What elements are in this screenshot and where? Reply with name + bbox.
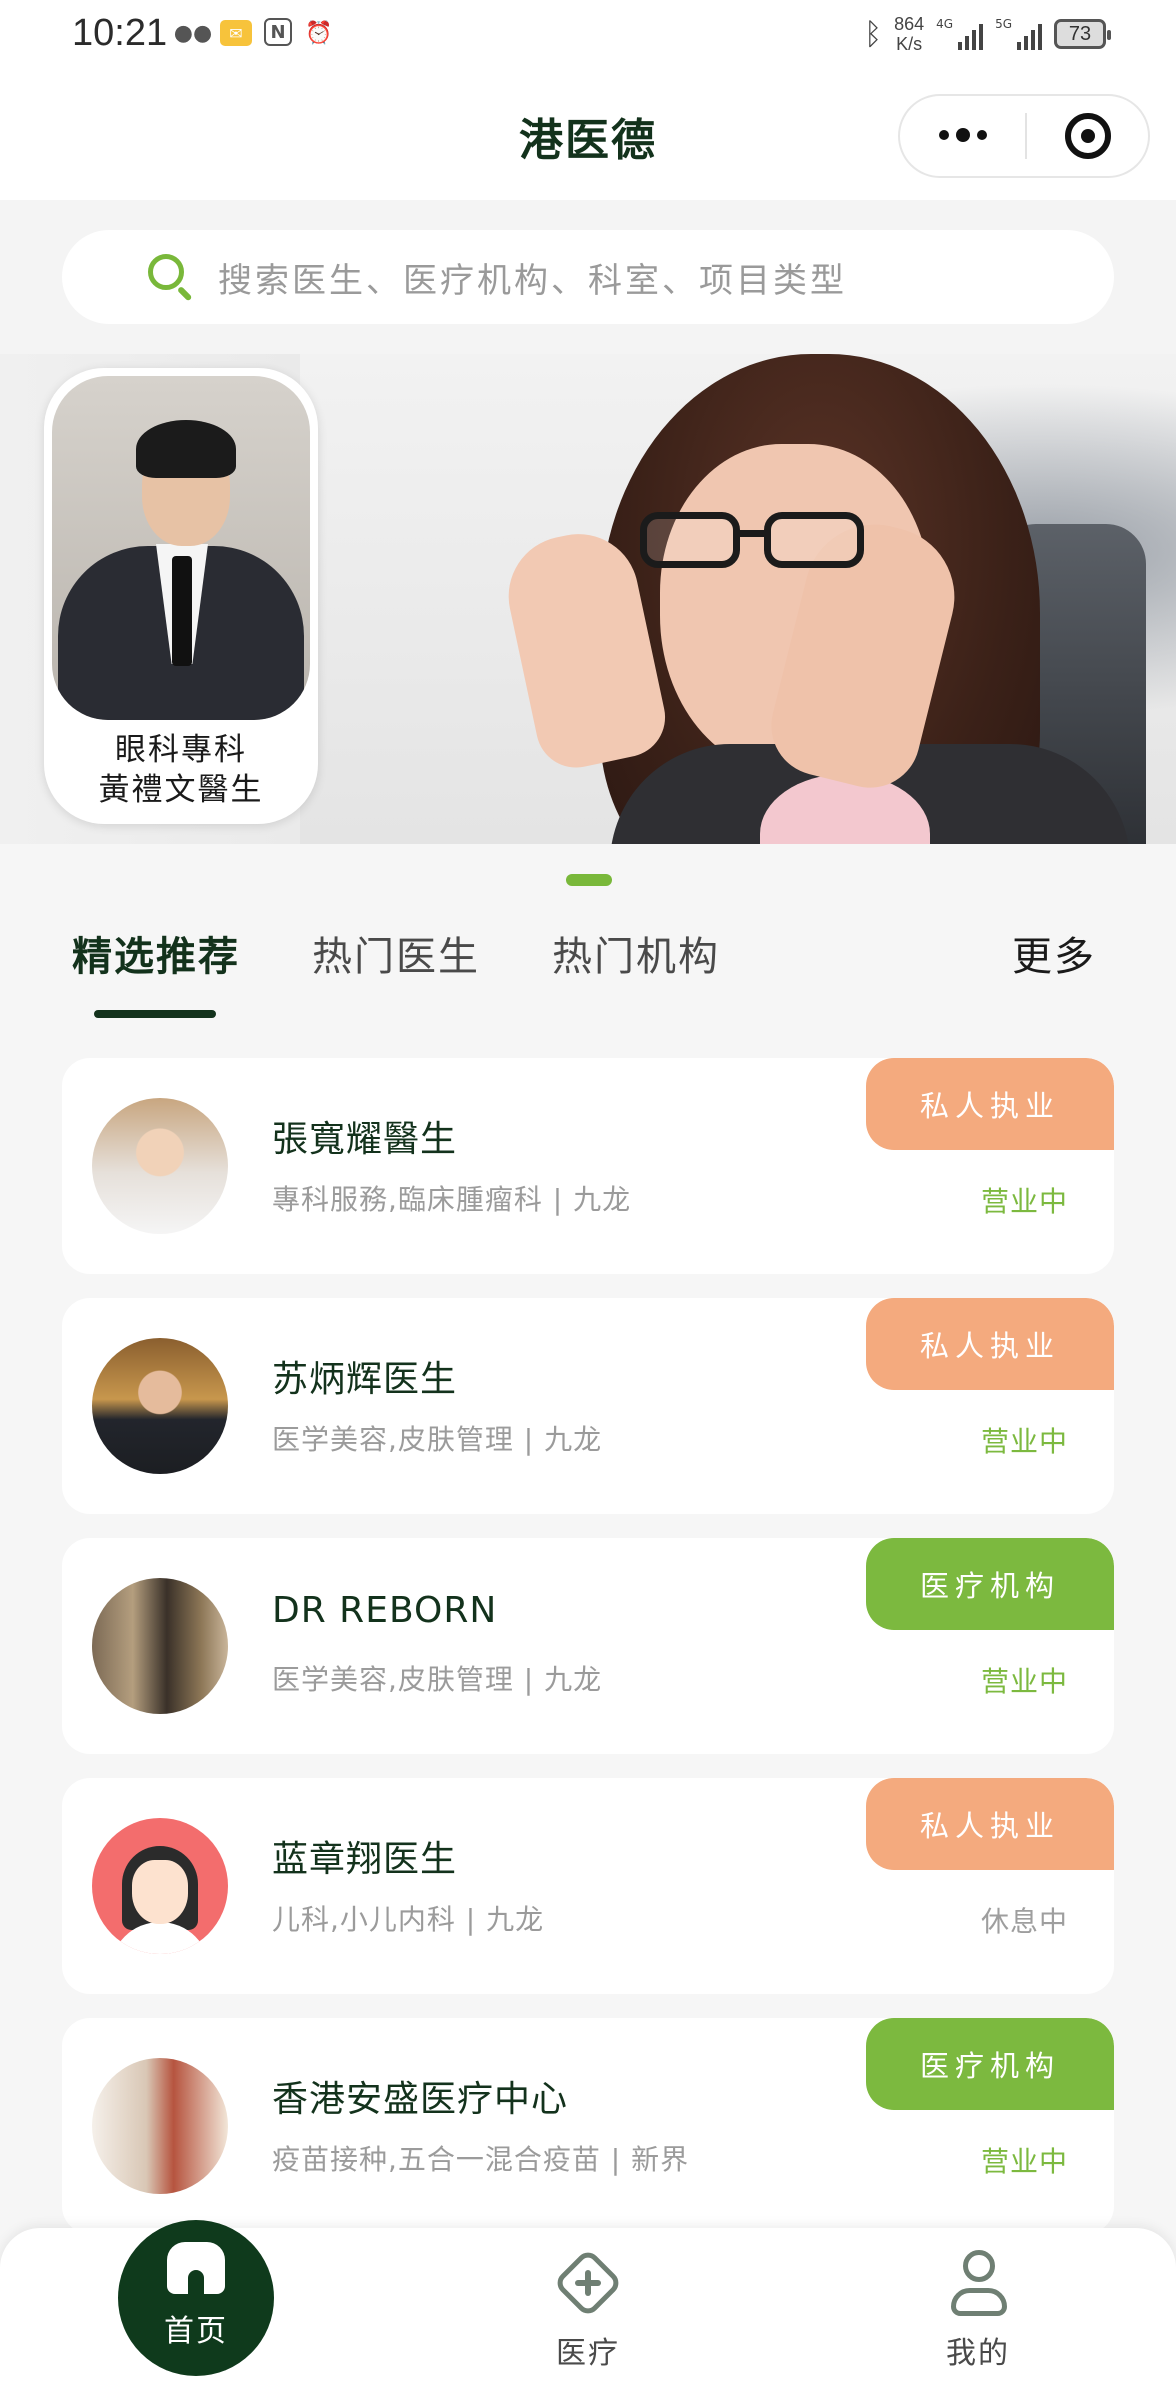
tab-popular-doctors[interactable]: 热门医生 — [312, 924, 480, 982]
category-tabs: 精选推荐 热门医生 热门机构 更多 — [0, 910, 1176, 1020]
battery-icon: 73 — [1054, 19, 1111, 49]
doctor-specialty: 眼科專科 — [115, 732, 247, 768]
medical-cross-icon — [552, 2247, 624, 2319]
dot-icon — [955, 128, 970, 142]
item-title: 蓝章翔医生 — [272, 1839, 458, 1880]
item-title: 苏炳辉医生 — [272, 1359, 458, 1400]
search-section: 搜索医生、医疗机构、科室、项目类型 — [0, 200, 1176, 354]
status-label: 营业中 — [980, 1185, 1068, 1218]
tab-profile[interactable]: 我的 — [898, 2248, 1058, 2372]
tab-profile-label: 我的 — [946, 2336, 1010, 2371]
miniprogram-capsule — [898, 94, 1150, 178]
list-item[interactable]: DR REBORN 医学美容,皮肤管理 | 九龙 医疗机构 营业中 — [62, 1538, 1114, 1754]
status-label: 营业中 — [980, 1665, 1068, 1698]
status-label: 营业中 — [980, 2145, 1068, 2178]
type-badge: 医疗机构 — [866, 1538, 1114, 1630]
status-label: 休息中 — [980, 1905, 1068, 1938]
network-speed-value: 864 — [894, 14, 925, 34]
more-options-button[interactable] — [900, 128, 1025, 142]
search-placeholder: 搜索医生、医疗机构、科室、项目类型 — [218, 260, 847, 301]
list-item[interactable]: 香港安盛医疗中心 疫苗接种,五合一混合疫苗 | 新界 医疗机构 营业中 — [62, 2018, 1114, 2234]
list-item[interactable]: 苏炳辉医生 医学美容,皮肤管理 | 九龙 私人执业 营业中 — [62, 1298, 1114, 1514]
type-badge: 私人执业 — [866, 1058, 1114, 1150]
bluetooth-icon: ᛒ — [864, 16, 883, 52]
notification-icons: ●● ✉ N ⏰ — [173, 18, 334, 48]
list-item[interactable]: 張寬耀醫生 專科服務,臨床腫瘤科 | 九龙 私人执业 营业中 — [62, 1058, 1114, 1274]
avatar — [92, 2058, 228, 2194]
wechat-icon: ●● — [173, 20, 213, 46]
banner-indicator — [566, 874, 612, 886]
system-icons: ᛒ 864 K/s 4G 5G 73 — [864, 14, 1111, 54]
avatar — [92, 1098, 228, 1234]
status-time: 10:21 — [72, 12, 168, 54]
target-icon — [1064, 113, 1111, 159]
close-miniprogram-button[interactable] — [1027, 113, 1148, 159]
item-title: DR REBORN — [272, 1590, 498, 1631]
dot-icon — [938, 130, 949, 140]
nav-bar: 港医德 — [0, 72, 1176, 200]
glasses-image — [640, 504, 880, 574]
avatar — [92, 1338, 228, 1474]
item-subtitle: 專科服務,臨床腫瘤科 | 九龙 — [272, 1183, 632, 1216]
tab-home-label: 首页 — [164, 2314, 228, 2349]
search-input[interactable]: 搜索医生、医疗机构、科室、项目类型 — [62, 230, 1114, 324]
status-bar: 10:21 ●● ✉ N ⏰ ᛒ 864 K/s 4G 5G 73 — [0, 0, 1176, 72]
type-badge: 私人执业 — [866, 1298, 1114, 1390]
network-speed: 864 K/s — [894, 14, 924, 54]
mail-icon: ✉ — [220, 20, 252, 46]
active-tab-indicator — [94, 1010, 216, 1018]
nfc-icon: N — [264, 18, 292, 46]
tab-medical-label: 医疗 — [556, 2336, 620, 2371]
tab-home[interactable]: 首页 — [118, 2220, 274, 2376]
bottom-tab-bar: 首页 医疗 我的 — [0, 2220, 1176, 2400]
alarm-icon: ⏰ — [305, 20, 333, 46]
dot-icon — [976, 130, 987, 140]
promo-banner[interactable]: 眼科專科 黃禮文醫生 — [0, 354, 1176, 844]
avatar — [92, 1818, 228, 1954]
type-badge: 医疗机构 — [866, 2018, 1114, 2110]
doctor-caption: 眼科專科 黃禮文醫生 — [44, 730, 318, 810]
item-subtitle: 儿科,小儿内科 | 九龙 — [272, 1903, 545, 1936]
doctor-photo — [52, 376, 310, 720]
home-icon — [165, 2242, 227, 2296]
item-subtitle: 医学美容,皮肤管理 | 九龙 — [272, 1423, 603, 1456]
item-title: 香港安盛医疗中心 — [272, 2079, 569, 2120]
more-link[interactable]: 更多 — [1012, 924, 1096, 982]
status-label: 营业中 — [980, 1425, 1068, 1458]
type-badge: 私人执业 — [866, 1778, 1114, 1870]
doctor-name: 黃禮文醫生 — [98, 772, 264, 808]
item-title: 張寬耀醫生 — [272, 1119, 458, 1160]
tab-medical[interactable]: 医疗 — [508, 2247, 668, 2372]
battery-level: 73 — [1068, 22, 1092, 45]
signal-4g-label: 4G — [936, 17, 954, 31]
profile-icon — [943, 2248, 1013, 2318]
tab-popular-institutions[interactable]: 热门机构 — [552, 924, 720, 982]
tab-featured[interactable]: 精选推荐 — [72, 924, 240, 982]
avatar — [92, 1578, 228, 1714]
signal-5g-icon: 5G — [995, 18, 1042, 50]
featured-doctor-card: 眼科專科 黃禮文醫生 — [44, 368, 318, 824]
item-subtitle: 疫苗接种,五合一混合疫苗 | 新界 — [272, 2143, 690, 2176]
list-item[interactable]: 蓝章翔医生 儿科,小儿内科 | 九龙 私人执业 休息中 — [62, 1778, 1114, 1994]
search-icon — [146, 252, 196, 302]
item-subtitle: 医学美容,皮肤管理 | 九龙 — [272, 1663, 603, 1696]
signal-4g-icon: 4G — [936, 17, 984, 50]
signal-5g-label: 5G — [995, 17, 1012, 31]
network-speed-unit: K/s — [896, 34, 923, 54]
